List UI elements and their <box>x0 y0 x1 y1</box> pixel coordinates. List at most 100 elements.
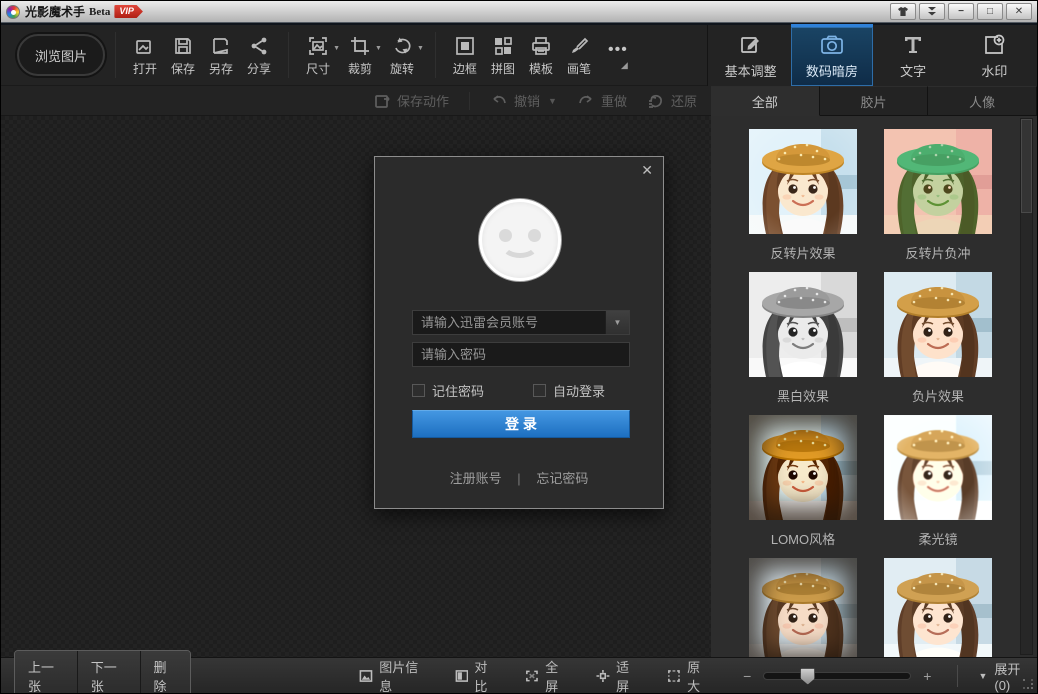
next-image-button[interactable]: 下一张 <box>78 651 141 694</box>
undo-icon <box>490 93 508 109</box>
save-icon <box>172 33 194 57</box>
tab-film[interactable]: 胶片 <box>820 86 929 116</box>
filter-thumbnail[interactable] <box>884 129 992 234</box>
save-action-button[interactable]: 保存动作 <box>374 91 449 110</box>
filter-item-lomo[interactable]: LOMO风格 <box>749 415 857 546</box>
filter-item-plain[interactable] <box>884 558 992 657</box>
tab-all[interactable]: 全部 <box>711 86 820 116</box>
zoom-slider-thumb[interactable] <box>800 668 815 685</box>
zoom-controls: − + <box>743 668 931 684</box>
open-icon <box>134 33 156 57</box>
more-tools-button[interactable]: ••• ◢ <box>598 40 638 70</box>
close-button[interactable]: ✕ <box>1006 3 1032 20</box>
share-button[interactable]: 分享 <box>240 30 278 80</box>
zoom-in-button[interactable]: + <box>923 668 931 684</box>
app-window: 光影魔术手 Beta VIP − □ ✕ 浏览图片 打开 <box>0 0 1038 694</box>
save-button[interactable]: 保存 <box>164 30 202 80</box>
scrollbar-thumb[interactable] <box>1021 119 1032 213</box>
crop-button[interactable]: 裁剪 <box>341 30 379 80</box>
template-button[interactable]: 模板 <box>522 30 560 80</box>
minimize-button[interactable]: − <box>948 3 974 20</box>
avatar-smile <box>501 232 539 258</box>
fit-screen-icon <box>596 669 610 683</box>
filter-thumbnail[interactable] <box>749 415 857 520</box>
rotate-icon <box>391 33 413 57</box>
main-menu-button[interactable] <box>919 3 945 20</box>
account-dropdown-button[interactable]: ▼ <box>605 311 629 334</box>
mode-watermark[interactable]: 水印 <box>954 27 1035 86</box>
filter-thumbnail[interactable] <box>884 415 992 520</box>
mode-basic-adjust[interactable]: 基本调整 <box>710 27 791 86</box>
filter-label: LOMO风格 <box>749 529 857 546</box>
redo-button[interactable]: 重做 <box>577 91 627 110</box>
save-as-button[interactable]: 另存 <box>202 30 240 80</box>
titlebar: 光影魔术手 Beta VIP − □ ✕ <box>1 1 1037 23</box>
open-button[interactable]: 打开 <box>126 30 164 80</box>
nav-button-group: 上一张 下一张 删除 <box>14 650 191 694</box>
fit-screen-button[interactable]: 适屏 <box>596 657 640 694</box>
double-chevron-down-icon <box>926 6 938 17</box>
restore-icon <box>647 93 665 109</box>
filter-thumbnail[interactable] <box>749 129 857 234</box>
compare-icon <box>455 669 469 683</box>
undo-button[interactable]: 撤销 ▼ <box>490 91 557 110</box>
filter-grid: 反转片效果 反转片负冲 黑白效果 负片效果 LOMO风格 柔光镜 <box>749 129 992 657</box>
forgot-password-link[interactable]: 忘记密码 <box>536 471 588 486</box>
panel-scrollbar[interactable] <box>1020 118 1033 655</box>
image-info-button[interactable]: 图片信息 <box>359 657 427 694</box>
login-button[interactable]: 登 录 <box>412 410 630 438</box>
compare-button[interactable]: 对比 <box>455 657 499 694</box>
password-input[interactable] <box>412 342 630 367</box>
border-button[interactable]: 边框 <box>446 30 484 80</box>
filter-thumbnail[interactable] <box>884 558 992 657</box>
original-size-button[interactable]: 原大 <box>667 657 711 694</box>
action-separator <box>469 92 470 110</box>
filter-label: 黑白效果 <box>749 386 857 403</box>
collage-icon <box>492 33 514 57</box>
account-input[interactable] <box>412 310 630 335</box>
remember-password-checkbox[interactable] <box>412 384 425 397</box>
filter-item-vignette[interactable] <box>749 558 857 657</box>
brush-button[interactable]: 画笔 <box>560 30 598 80</box>
zoom-out-button[interactable]: − <box>743 668 751 684</box>
dialog-close-icon[interactable]: ✕ <box>641 162 653 179</box>
share-icon <box>248 33 270 57</box>
filter-item-cross-process[interactable]: 反转片负冲 <box>884 129 992 260</box>
main-toolbar: 浏览图片 打开 保存 另存 分享 <box>1 23 1037 86</box>
filter-item-soft-focus[interactable]: 柔光镜 <box>884 415 992 546</box>
filter-thumbnail[interactable] <box>884 272 992 377</box>
save-action-icon <box>374 93 391 109</box>
link-divider: | <box>517 471 520 486</box>
zoom-slider[interactable] <box>763 672 911 680</box>
filter-item-negative[interactable]: 负片效果 <box>884 272 992 403</box>
fullscreen-icon <box>525 669 539 683</box>
maximize-button[interactable]: □ <box>977 3 1003 20</box>
template-icon <box>530 33 552 57</box>
resize-grip[interactable] <box>1023 679 1034 690</box>
filter-item-slide[interactable]: 反转片效果 <box>749 129 857 260</box>
fullscreen-button[interactable]: 全屏 <box>525 657 569 694</box>
vip-badge[interactable]: VIP <box>114 5 143 18</box>
collage-button[interactable]: 拼图 <box>484 30 522 80</box>
mode-text[interactable]: 文字 <box>873 27 954 86</box>
border-icon <box>454 33 476 57</box>
browse-images-button[interactable]: 浏览图片 <box>17 34 105 76</box>
toolbar-separator <box>288 32 289 78</box>
undo-dropdown-caret[interactable]: ▼ <box>548 96 557 106</box>
rotate-button[interactable]: 旋转 <box>383 30 421 80</box>
restore-button[interactable]: 还原 <box>647 91 697 110</box>
resize-button[interactable]: 尺寸 <box>299 30 337 80</box>
skin-button[interactable] <box>890 3 916 20</box>
beta-tag: Beta <box>89 6 110 18</box>
tab-portrait[interactable]: 人像 <box>928 86 1037 116</box>
filter-item-bw[interactable]: 黑白效果 <box>749 272 857 403</box>
mode-digital-darkroom[interactable]: 数码暗房 <box>791 27 872 86</box>
register-link[interactable]: 注册账号 <box>450 471 502 486</box>
filter-thumbnail[interactable] <box>749 272 857 377</box>
filter-thumbnail[interactable] <box>749 558 857 657</box>
auto-login-checkbox[interactable] <box>533 384 546 397</box>
previous-image-button[interactable]: 上一张 <box>15 651 78 694</box>
image-info-icon <box>359 669 373 683</box>
delete-image-button[interactable]: 删除 <box>141 651 191 694</box>
dialog-links: 注册账号 | 忘记密码 <box>375 468 663 487</box>
